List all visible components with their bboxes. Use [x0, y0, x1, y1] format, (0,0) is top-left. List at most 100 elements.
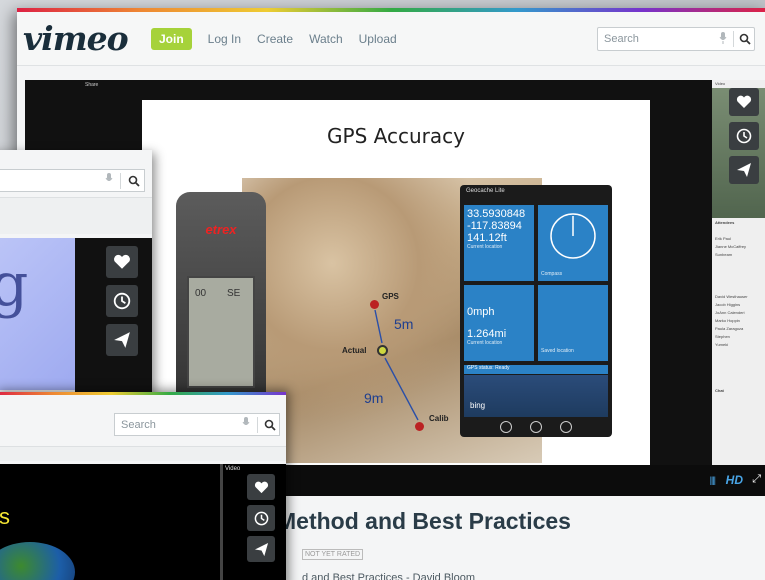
clock-icon — [736, 128, 752, 144]
attendee-name: Marko Hoppin — [715, 318, 740, 323]
attendee-name: David Westhauser — [715, 294, 748, 299]
phone-controls — [500, 421, 572, 433]
middle-subbar — [0, 198, 152, 234]
latitude-value: 33.5930848 — [467, 208, 526, 220]
chat-label: Chat — [715, 388, 724, 393]
microphone-icon[interactable] — [238, 416, 254, 434]
play-icon — [500, 421, 512, 433]
video-action-buttons — [729, 88, 759, 184]
location-tile: 33.5930848 -117.83894 141.12ft Current l… — [464, 205, 534, 281]
bottom-subbar — [0, 447, 286, 461]
hd-button[interactable]: HD — [726, 473, 743, 487]
compass-icon — [550, 213, 596, 259]
attendee-name: Jianne McCaffrey — [715, 244, 747, 249]
middle-navbar — [0, 150, 152, 198]
bottom-navbar: Search — [0, 395, 286, 447]
search-icon[interactable] — [124, 175, 144, 187]
pause-icon — [530, 421, 542, 433]
saved-location-tile: Saved location — [538, 285, 608, 361]
volume-icon[interactable]: |||| — [710, 475, 716, 485]
attendee-name: Jacob Higgins — [715, 302, 741, 307]
join-button[interactable]: Join — [151, 27, 192, 50]
microphone-icon[interactable] — [101, 172, 117, 190]
compass-label: Compass — [541, 271, 563, 277]
video-subtitle: d and Best Practices - David Bloom — [302, 572, 476, 580]
share-button[interactable] — [247, 536, 275, 562]
rating-badge: NOT YET RATED — [302, 549, 364, 560]
gps-status-bar: GPS status: Ready — [464, 365, 608, 374]
device-screen-value: 00 — [195, 288, 207, 299]
search-input[interactable]: Search — [597, 27, 755, 51]
longitude-value: -117.83894 — [467, 220, 522, 232]
distance-label-9m: 9m — [364, 390, 384, 406]
search-divider — [257, 416, 258, 433]
attendee-name: Erik Paul — [715, 236, 732, 241]
attendee-name: Yumeki — [715, 342, 729, 347]
device-screen: 00 SE — [187, 276, 255, 388]
compass-tile: Compass — [538, 205, 608, 281]
device-brand: etrex — [205, 222, 237, 237]
attendees-label: Attendees — [715, 220, 735, 225]
phone-app-header: Geocache Lite — [466, 188, 505, 194]
search-divider — [120, 172, 121, 189]
send-icon — [254, 542, 268, 556]
send-icon — [737, 163, 751, 177]
bing-logo: bing — [470, 401, 486, 410]
fullscreen-icon[interactable]: ⤢ — [752, 473, 761, 486]
clock-icon — [254, 511, 268, 525]
search-placeholder: Search — [121, 418, 156, 431]
vimeo-logo[interactable]: vimeo — [23, 19, 141, 58]
attendee-name: Paula Zaragoza — [715, 326, 744, 331]
distance-value: 1.264mi — [467, 328, 507, 340]
desktop-stage: vimeo Join Log In Create Watch Upload Se… — [0, 0, 765, 580]
panel-divider — [220, 464, 223, 580]
altitude-value: 141.12ft — [467, 232, 507, 244]
attendee-name: Stephen — [715, 334, 730, 339]
like-button[interactable] — [247, 474, 275, 500]
heart-icon — [254, 481, 268, 493]
like-button[interactable] — [729, 88, 759, 116]
current-location-label: Current location — [467, 244, 503, 250]
watch-later-button[interactable] — [729, 122, 759, 150]
share-button[interactable] — [106, 324, 138, 356]
search-input[interactable]: Search — [114, 413, 280, 436]
distance-label-5m: 5m — [394, 316, 414, 332]
nav-create[interactable]: Create — [257, 32, 293, 46]
video-action-buttons — [247, 474, 275, 562]
middle-vimeo-window: g — [0, 150, 152, 395]
heart-icon — [114, 254, 130, 269]
top-navbar: vimeo Join Log In Create Watch Upload Se… — [17, 12, 765, 66]
video-panel-label: Video — [715, 81, 726, 86]
save-icon — [560, 421, 572, 433]
bottom-vimeo-window: Search Video s — [0, 392, 286, 580]
search-placeholder: Search — [604, 33, 639, 45]
current-location-label: Current location — [467, 340, 503, 346]
send-icon — [114, 332, 130, 348]
nav-watch[interactable]: Watch — [309, 32, 343, 46]
speed-tile: 0mph 1.264mi Current location — [464, 285, 534, 361]
search-divider — [733, 31, 734, 47]
slide-yellow-text: s — [0, 504, 10, 529]
video-action-buttons — [106, 246, 138, 356]
search-icon[interactable] — [736, 33, 754, 45]
microphone-icon[interactable] — [715, 31, 731, 47]
watch-later-button[interactable] — [106, 285, 138, 317]
video-panel-label: Video — [225, 466, 241, 472]
nav-login[interactable]: Log In — [208, 32, 241, 46]
video-title: Method and Best Practices — [277, 508, 571, 534]
clock-icon — [113, 292, 131, 310]
saved-location-label: Saved location — [541, 348, 574, 354]
world-map-tile: bing — [464, 375, 608, 417]
watch-later-button[interactable] — [247, 505, 275, 531]
like-button[interactable] — [106, 246, 138, 278]
device-screen-value: SE — [227, 288, 241, 299]
slide-glyph: g — [0, 250, 29, 320]
share-button[interactable] — [729, 156, 759, 184]
heart-icon — [736, 95, 752, 108]
search-input[interactable] — [0, 169, 145, 192]
phone-screenshot: Geocache Lite 33.5930848 -117.83894 141.… — [460, 185, 612, 437]
search-icon[interactable] — [261, 419, 279, 431]
share-bar[interactable]: Share — [85, 82, 98, 88]
nav-upload[interactable]: Upload — [359, 32, 397, 46]
speed-value: 0mph — [467, 306, 495, 318]
